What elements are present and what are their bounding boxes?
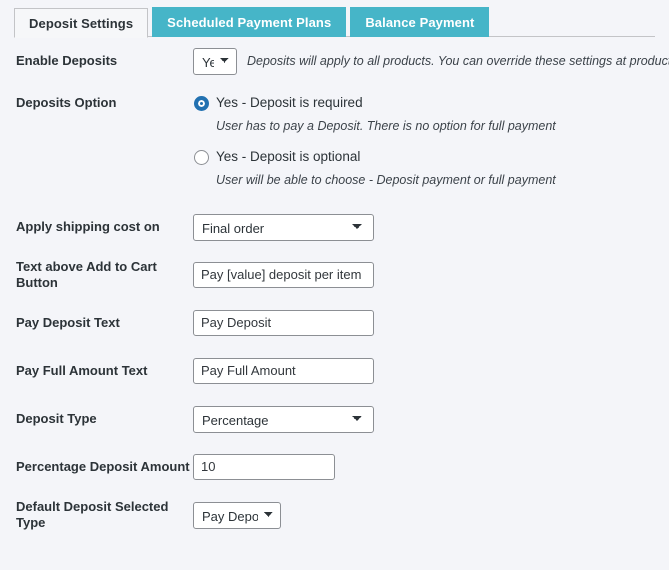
label-pay-full-amount-text: Pay Full Amount Text xyxy=(16,363,148,378)
radio-option-deposit-required-description: User has to pay a Deposit. There is no o… xyxy=(216,119,556,133)
tab-balance-payment-label: Balance Payment xyxy=(365,15,475,30)
row-deposits-option: Deposits Option Yes - Deposit is require… xyxy=(0,85,669,203)
label-deposit-type: Deposit Type xyxy=(16,411,97,426)
label-deposits-option: Deposits Option xyxy=(16,95,117,110)
row-default-deposit-selected-type: Default Deposit Selected Type Pay Deposi… xyxy=(0,491,669,539)
label-enable-deposits: Enable Deposits xyxy=(16,53,118,68)
label-percentage-deposit-amount: Percentage Deposit Amount xyxy=(16,459,190,474)
tab-deposit-settings-label: Deposit Settings xyxy=(29,16,134,31)
tab-scheduled-payment-plans-label: Scheduled Payment Plans xyxy=(167,15,332,30)
pay-deposit-text-input[interactable] xyxy=(193,310,374,336)
radio-option-deposit-optional-label: Yes - Deposit is optional xyxy=(216,149,361,164)
row-apply-shipping-cost-on: Apply shipping cost on Final order Depos… xyxy=(0,203,669,251)
row-text-above-add-to-cart: Text above Add to Cart Button xyxy=(0,251,669,299)
apply-shipping-cost-on-select[interactable]: Final order Deposit xyxy=(193,213,374,241)
radio-selected-icon[interactable] xyxy=(194,95,209,111)
deposit-settings-form: Enable Deposits Yes No Deposits will app… xyxy=(0,37,669,539)
row-pay-full-amount-text: Pay Full Amount Text xyxy=(0,347,669,395)
tab-scheduled-payment-plans[interactable]: Scheduled Payment Plans xyxy=(152,7,347,37)
pay-full-amount-text-input[interactable] xyxy=(193,358,374,384)
radio-option-deposit-optional-description: User will be able to choose - Deposit pa… xyxy=(216,173,556,187)
row-percentage-deposit-amount: Percentage Deposit Amount xyxy=(0,443,669,491)
percentage-deposit-amount-input[interactable] xyxy=(193,454,335,480)
enable-deposits-description: Deposits will apply to all products. You… xyxy=(247,54,669,68)
radio-option-deposit-required-label: Yes - Deposit is required xyxy=(216,95,363,110)
enable-deposits-select[interactable]: Yes No xyxy=(193,47,237,75)
label-default-deposit-selected-type: Default Deposit Selected Type xyxy=(16,499,169,530)
deposit-type-select[interactable]: Percentage Fixed xyxy=(193,405,374,433)
label-apply-shipping-cost-on: Apply shipping cost on xyxy=(16,219,160,234)
radio-option-deposit-required[interactable]: Yes - Deposit is required xyxy=(194,93,556,113)
tab-balance-payment[interactable]: Balance Payment xyxy=(350,7,490,37)
row-pay-deposit-text: Pay Deposit Text xyxy=(0,299,669,347)
row-deposit-type: Deposit Type Percentage Fixed xyxy=(0,395,669,443)
text-above-add-to-cart-input[interactable] xyxy=(193,262,374,288)
label-text-above-add-to-cart: Text above Add to Cart Button xyxy=(16,259,157,290)
radio-unselected-icon[interactable] xyxy=(194,149,209,165)
deposits-option-radio-group: Yes - Deposit is required User has to pa… xyxy=(193,85,556,188)
default-deposit-selected-type-select[interactable]: Pay Deposit Pay Full Amount xyxy=(193,501,281,529)
tab-deposit-settings[interactable]: Deposit Settings xyxy=(14,8,149,38)
settings-tab-bar: Deposit Settings Scheduled Payment Plans… xyxy=(0,0,669,38)
label-pay-deposit-text: Pay Deposit Text xyxy=(16,315,120,330)
radio-option-deposit-optional[interactable]: Yes - Deposit is optional xyxy=(194,147,556,167)
row-enable-deposits: Enable Deposits Yes No Deposits will app… xyxy=(0,37,669,85)
